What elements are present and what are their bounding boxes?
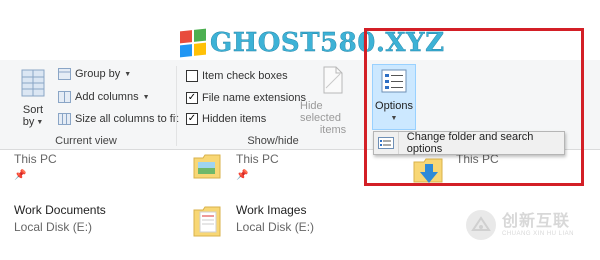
add-columns-button[interactable]: Add columns ▼ bbox=[58, 91, 150, 103]
brand-logo-icon bbox=[466, 210, 496, 240]
options-dropdown-menu: Change folder and search options bbox=[373, 131, 565, 155]
sort-by-button[interactable]: Sort by ▼ bbox=[14, 68, 52, 128]
hide-selected-label: Hide selected bbox=[300, 100, 341, 124]
folder-name: Work Documents bbox=[14, 203, 106, 217]
list-item[interactable]: This PC bbox=[236, 152, 279, 166]
folder-options-icon bbox=[374, 132, 399, 154]
folder-name: Work Images bbox=[236, 203, 307, 217]
folder-location: Local Disk (E:) bbox=[14, 220, 93, 234]
size-columns-icon bbox=[58, 113, 71, 125]
file-location: This PC bbox=[236, 152, 279, 166]
change-folder-options-item[interactable]: Change folder and search options bbox=[407, 131, 564, 155]
folder-icon bbox=[193, 154, 221, 179]
chevron-down-icon: ▼ bbox=[36, 118, 44, 126]
options-icon bbox=[381, 69, 407, 93]
options-label: Options bbox=[375, 100, 413, 112]
group-show-hide: Item check boxes ✓ File name extensions … bbox=[180, 60, 366, 150]
watermark-text: GHOST580.XYZ bbox=[210, 28, 445, 58]
size-all-columns-button[interactable]: Size all columns to fit bbox=[58, 113, 178, 125]
group-by-label: Group by bbox=[75, 68, 121, 80]
item-check-boxes-toggle[interactable]: Item check boxes bbox=[186, 70, 288, 82]
group-label-show-hide: Show/hide bbox=[247, 135, 299, 147]
hide-selected-icon bbox=[323, 66, 343, 94]
add-columns-icon bbox=[58, 91, 71, 103]
sort-by-label: Sort bbox=[22, 104, 44, 116]
list-item[interactable]: This PC bbox=[14, 152, 57, 166]
sort-by-icon bbox=[21, 69, 45, 97]
file-location: This PC bbox=[14, 152, 57, 166]
folder-location: Local Disk (E:) bbox=[236, 220, 315, 234]
brand-watermark: 创新互联 CHUANG XIN HU LIAN bbox=[466, 210, 574, 240]
folder-icon bbox=[193, 206, 221, 237]
sort-by-label-2: by ▼ bbox=[23, 116, 44, 128]
hide-selected-items-button[interactable]: Hide selected items bbox=[300, 66, 366, 136]
list-item[interactable]: Work Documents Local Disk (E:) bbox=[14, 202, 106, 236]
list-item[interactable]: Work Images Local Disk (E:) bbox=[236, 202, 314, 236]
group-label-current-view: Current view bbox=[55, 135, 117, 147]
hidden-items-checkbox[interactable]: ✓ bbox=[186, 113, 198, 125]
file-name-extensions-toggle[interactable]: ✓ File name extensions bbox=[186, 92, 306, 104]
file-name-extensions-label: File name extensions bbox=[202, 92, 306, 104]
watermark: GHOST580.XYZ bbox=[180, 28, 445, 58]
pin-icon: 📌 bbox=[14, 170, 27, 181]
hidden-items-toggle[interactable]: ✓ Hidden items bbox=[186, 113, 266, 125]
group-current-view: Sort by ▼ Group by ▼ Add columns ▼ Size … bbox=[0, 60, 178, 150]
group-by-icon bbox=[58, 68, 71, 80]
pin-icon: 📌 bbox=[236, 170, 249, 181]
hidden-items-label: Hidden items bbox=[202, 113, 267, 125]
add-columns-label: Add columns bbox=[75, 91, 139, 103]
item-check-boxes-label: Item check boxes bbox=[202, 70, 288, 82]
chevron-down-icon: ▼ bbox=[142, 93, 150, 101]
downloads-folder-icon bbox=[413, 158, 443, 183]
brand-watermark-subtext: CHUANG XIN HU LIAN bbox=[502, 231, 575, 237]
options-button[interactable]: Options ▼ bbox=[372, 64, 416, 130]
sort-by-label-by: by bbox=[22, 116, 35, 128]
chevron-down-icon: ▼ bbox=[390, 115, 398, 122]
file-name-extensions-checkbox[interactable]: ✓ bbox=[186, 92, 198, 104]
chevron-down-icon: ▼ bbox=[124, 70, 132, 78]
group-divider bbox=[176, 66, 177, 146]
group-by-button[interactable]: Group by ▼ bbox=[58, 68, 131, 80]
brand-watermark-text: 创新互联 bbox=[502, 211, 571, 230]
item-check-boxes-checkbox[interactable] bbox=[186, 70, 198, 82]
size-all-columns-label: Size all columns to fit bbox=[75, 113, 179, 125]
windows-logo-icon bbox=[180, 28, 206, 58]
